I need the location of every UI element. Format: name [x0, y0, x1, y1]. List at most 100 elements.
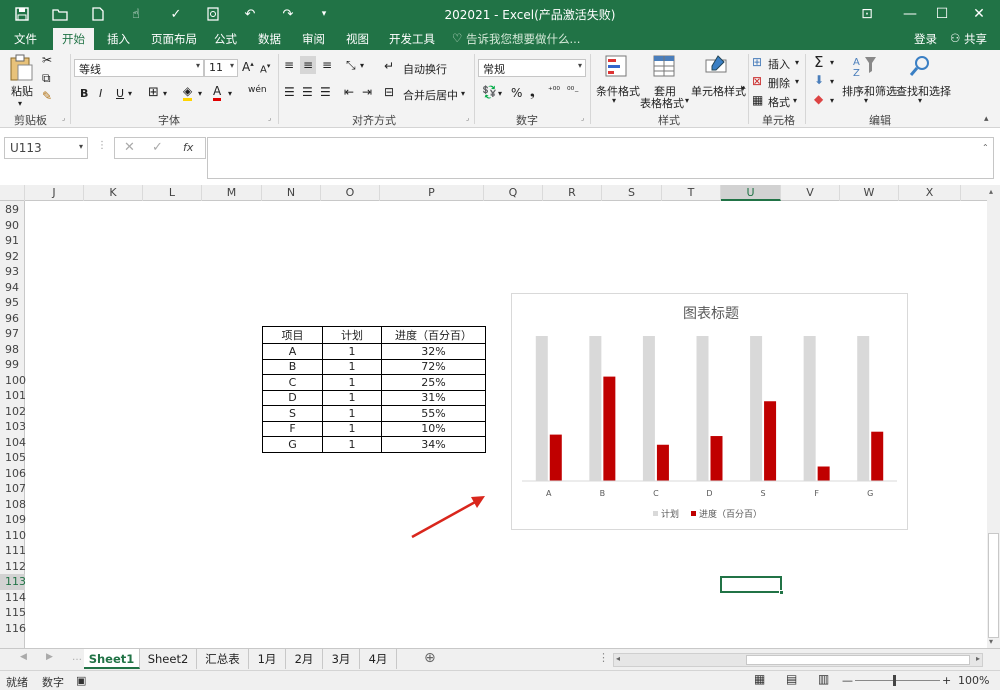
row-header[interactable]: 93 — [0, 264, 25, 280]
column-header[interactable]: W — [840, 185, 899, 201]
minimize-button[interactable]: — — [895, 4, 925, 24]
fill-handle[interactable] — [779, 590, 784, 595]
align-left-icon[interactable]: ☰ — [284, 85, 295, 99]
scroll-up-icon[interactable]: ▴ — [989, 187, 993, 196]
ribbon-display-icon[interactable]: ⊡ — [852, 4, 882, 24]
align-bottom-icon[interactable]: ≡ — [322, 58, 332, 72]
spelling-icon[interactable]: ✓ — [166, 4, 186, 24]
autosum-icon[interactable]: Σ — [814, 53, 823, 71]
table-cell[interactable]: A — [262, 343, 323, 360]
row-header[interactable]: 94 — [0, 280, 25, 296]
column-header-selected[interactable]: U — [721, 185, 781, 201]
font-size-select[interactable]: 11 ▾ — [204, 59, 238, 77]
font-color-icon[interactable]: A — [213, 84, 222, 101]
comma-style-icon[interactable]: ❟ — [530, 85, 535, 100]
table-cell[interactable]: 1 — [322, 405, 382, 422]
undo-icon[interactable]: ↶ — [240, 4, 260, 24]
row-header[interactable]: 100 — [0, 373, 26, 389]
table-cell[interactable]: 1 — [322, 436, 382, 453]
column-header[interactable]: S — [602, 185, 662, 201]
bold-button[interactable]: B — [80, 87, 88, 100]
page-layout-view-icon[interactable]: ▤ — [786, 672, 797, 686]
row-header[interactable]: 109 — [0, 512, 26, 528]
scroll-thumb[interactable] — [988, 533, 999, 638]
row-header[interactable]: 92 — [0, 249, 25, 265]
chevron-down-icon[interactable]: ▾ — [685, 96, 689, 105]
row-header[interactable]: 111 — [0, 543, 26, 559]
orientation-icon[interactable]: ⤡ — [346, 58, 356, 73]
align-top-icon[interactable]: ≡ — [284, 58, 294, 72]
zoom-in-icon[interactable]: + — [942, 674, 951, 687]
row-header[interactable]: 98 — [0, 342, 25, 358]
add-sheet-icon[interactable]: ⊕ — [424, 650, 436, 666]
menu-review[interactable]: 审阅 — [302, 31, 325, 47]
login-button[interactable]: 登录 — [914, 31, 937, 47]
vertical-scrollbar[interactable]: ▴ ▾ — [987, 185, 1000, 648]
row-header[interactable]: 91 — [0, 233, 25, 249]
row-header[interactable]: 102 — [0, 404, 26, 420]
font-launcher-icon[interactable]: ⌟ — [268, 114, 271, 122]
table-cell[interactable]: 32% — [381, 343, 486, 360]
scroll-down-icon[interactable]: ▾ — [989, 637, 993, 646]
fill-color-icon[interactable]: ◈ — [183, 84, 193, 101]
paste-dropdown-icon[interactable]: ▾ — [18, 99, 22, 108]
row-header[interactable]: 101 — [0, 388, 26, 404]
split-handle-icon[interactable]: ⋮ — [598, 651, 609, 664]
collapse-ribbon-icon[interactable]: ▴ — [984, 114, 989, 124]
row-header[interactable]: 110 — [0, 528, 26, 544]
chevron-down-icon[interactable]: ▾ — [830, 58, 834, 67]
menu-file[interactable]: 文件 — [14, 31, 37, 47]
format-as-table-button[interactable]: 表格格式 — [640, 95, 684, 111]
table-cell[interactable]: D — [262, 389, 323, 406]
chevron-down-icon[interactable]: ▾ — [163, 89, 167, 98]
chart-object[interactable]: 图表标题 A B C D S F G 计划 进度（百分百） — [511, 293, 908, 530]
row-header[interactable]: 108 — [0, 497, 26, 513]
find-select-icon[interactable] — [908, 54, 932, 81]
chevron-down-icon[interactable]: ▾ — [741, 84, 745, 93]
next-sheet-icon[interactable]: ▶ — [46, 652, 53, 662]
table-cell[interactable]: S — [262, 405, 323, 422]
sheet-tab[interactable]: Sheet2 — [140, 649, 197, 669]
enter-icon[interactable]: ✓ — [152, 140, 163, 155]
chevron-down-icon[interactable]: ▾ — [228, 89, 232, 98]
row-header[interactable]: 96 — [0, 311, 25, 327]
row-header[interactable]: 114 — [0, 590, 26, 606]
menu-home[interactable]: 开始 — [53, 28, 94, 50]
table-cell[interactable]: 55% — [381, 405, 486, 422]
cancel-icon[interactable]: ✕ — [124, 140, 135, 155]
phonetic-icon[interactable]: wén — [248, 85, 267, 95]
formula-input[interactable] — [207, 137, 994, 179]
number-format-select[interactable]: 常规 ▾ — [478, 59, 586, 77]
new-file-icon[interactable] — [88, 4, 108, 24]
zoom-out-icon[interactable]: — — [842, 674, 853, 687]
decrease-decimal-icon[interactable]: ⁰⁰₋ — [567, 86, 579, 96]
insert-function-button[interactable]: fx — [183, 141, 193, 154]
more-sheets-icon[interactable]: … — [72, 652, 82, 663]
maximize-button[interactable]: ☐ — [927, 4, 957, 24]
menu-formulas[interactable]: 公式 — [214, 31, 237, 47]
column-header[interactable]: Q — [484, 185, 543, 201]
italic-button[interactable]: I — [99, 87, 102, 100]
copy-icon[interactable]: ⧉ — [42, 71, 51, 86]
table-header-cell[interactable]: 项目 — [262, 326, 323, 344]
selected-cell[interactable] — [720, 576, 784, 595]
column-header[interactable]: L — [143, 185, 202, 201]
select-all-corner[interactable] — [0, 185, 25, 201]
name-box[interactable]: U113 ▾ — [4, 137, 88, 159]
open-folder-icon[interactable] — [50, 4, 70, 24]
chevron-down-icon[interactable]: ▾ — [461, 89, 465, 98]
table-cell[interactable]: 1 — [322, 343, 382, 360]
insert-cells-button[interactable]: 插入 — [768, 56, 790, 72]
menu-data[interactable]: 数据 — [258, 31, 281, 47]
h-scroll-thumb[interactable] — [746, 655, 970, 665]
row-header[interactable]: 106 — [0, 466, 26, 482]
fill-icon[interactable]: ⬇ — [814, 73, 824, 87]
chevron-down-icon[interactable]: ▾ — [128, 89, 132, 98]
conditional-format-button[interactable]: 条件格式 — [596, 83, 640, 99]
menu-insert[interactable]: 插入 — [107, 31, 130, 47]
column-header[interactable]: T — [662, 185, 721, 201]
column-header[interactable]: J — [25, 185, 84, 201]
column-header[interactable]: R — [543, 185, 602, 201]
chevron-down-icon[interactable]: ▾ — [360, 61, 364, 70]
table-cell[interactable]: 31% — [381, 389, 486, 406]
